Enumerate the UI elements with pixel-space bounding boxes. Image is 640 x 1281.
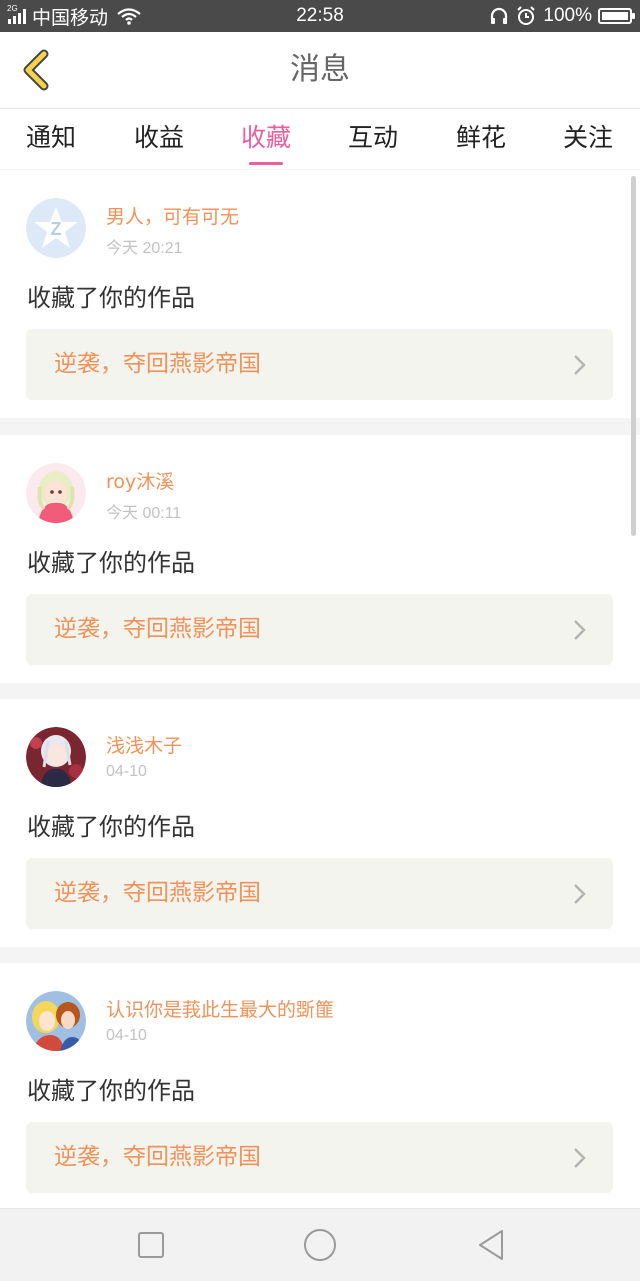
alarm-icon xyxy=(517,6,536,25)
work-link[interactable]: 逆袭，夺回燕影帝国 xyxy=(26,1122,613,1193)
list-item: 认识你是莪此生最大的斲篚 04-10 收藏了你的作品 逆袭，夺回燕影帝国 xyxy=(0,963,640,1208)
avatar[interactable]: Z xyxy=(26,198,86,258)
home-button[interactable] xyxy=(302,1227,338,1263)
work-link[interactable]: 逆袭，夺回燕影帝国 xyxy=(26,329,613,400)
work-link[interactable]: 逆袭，夺回燕影帝国 xyxy=(26,594,613,665)
avatar[interactable] xyxy=(26,463,86,523)
work-title: 逆袭，夺回燕影帝国 xyxy=(54,351,261,377)
list-item: 浅浅木子 04-10 收藏了你的作品 逆袭，夺回燕影帝国 xyxy=(0,699,640,947)
list-item: Z 男人，可有可无 今天 20:21 收藏了你的作品 逆袭，夺回燕影帝国 xyxy=(0,170,640,418)
action-text: 收藏了你的作品 xyxy=(27,813,195,841)
recent-apps-icon xyxy=(138,1232,164,1258)
active-tab-indicator xyxy=(249,162,283,165)
default-avatar-icon: Z xyxy=(26,198,86,258)
chevron-right-icon xyxy=(574,884,586,904)
avatar[interactable] xyxy=(26,991,86,1051)
scrollbar[interactable] xyxy=(631,176,636,536)
back-icon xyxy=(479,1230,503,1260)
action-text: 收藏了你的作品 xyxy=(27,1077,195,1105)
timestamp: 04-10 xyxy=(106,763,147,780)
tab-notifications[interactable]: 通知 xyxy=(1,109,101,169)
app-header: 消息 xyxy=(0,32,640,109)
timestamp: 今天 20:21 xyxy=(106,240,183,257)
anime-avatar-image xyxy=(26,463,86,523)
system-back-button[interactable] xyxy=(474,1227,510,1263)
list-item: roy沐溪 今天 00:11 收藏了你的作品 逆袭，夺回燕影帝国 xyxy=(0,435,640,683)
battery-percent: 100% xyxy=(543,5,592,26)
tab-earnings[interactable]: 收益 xyxy=(109,109,209,169)
chevron-right-icon xyxy=(574,355,586,375)
message-list[interactable]: Z 男人，可有可无 今天 20:21 收藏了你的作品 逆袭，夺回燕影帝国 roy… xyxy=(0,170,640,1208)
status-bar: 2G 中国移动 22:58 100% xyxy=(0,0,640,32)
action-text: 收藏了你的作品 xyxy=(27,549,195,577)
tab-favorites[interactable]: 收藏 xyxy=(216,109,316,169)
avatar[interactable] xyxy=(26,727,86,787)
work-title: 逆袭，夺回燕影帝国 xyxy=(54,616,261,642)
tab-follows[interactable]: 关注 xyxy=(538,109,638,169)
battery-icon xyxy=(598,8,635,24)
chevron-right-icon xyxy=(574,620,586,640)
work-title: 逆袭，夺回燕影帝国 xyxy=(54,880,261,906)
svg-text:Z: Z xyxy=(51,219,62,239)
timestamp: 04-10 xyxy=(106,1027,147,1044)
username[interactable]: 认识你是莪此生最大的斲篚 xyxy=(106,995,334,1022)
page-title: 消息 xyxy=(290,52,350,87)
headphones-icon xyxy=(491,7,508,24)
recent-apps-button[interactable] xyxy=(133,1227,169,1263)
action-text: 收藏了你的作品 xyxy=(27,284,195,312)
username[interactable]: roy沐溪 xyxy=(106,467,174,494)
work-title: 逆袭，夺回燕影帝国 xyxy=(54,1144,261,1170)
chevron-right-icon xyxy=(574,1148,586,1168)
tab-interactions[interactable]: 互动 xyxy=(323,109,423,169)
work-link[interactable]: 逆袭，夺回燕影帝国 xyxy=(26,858,613,929)
system-nav-bar xyxy=(0,1208,640,1281)
username[interactable]: 男人，可有可无 xyxy=(106,202,239,229)
username[interactable]: 浅浅木子 xyxy=(106,731,182,758)
anime-avatar-image xyxy=(26,727,86,787)
home-icon xyxy=(304,1229,336,1261)
anime-avatar-image xyxy=(26,991,86,1051)
tab-bar: 通知 收益 收藏 互动 鲜花 关注 xyxy=(0,109,640,169)
timestamp: 今天 00:11 xyxy=(106,505,182,522)
tab-flowers[interactable]: 鲜花 xyxy=(431,109,531,169)
